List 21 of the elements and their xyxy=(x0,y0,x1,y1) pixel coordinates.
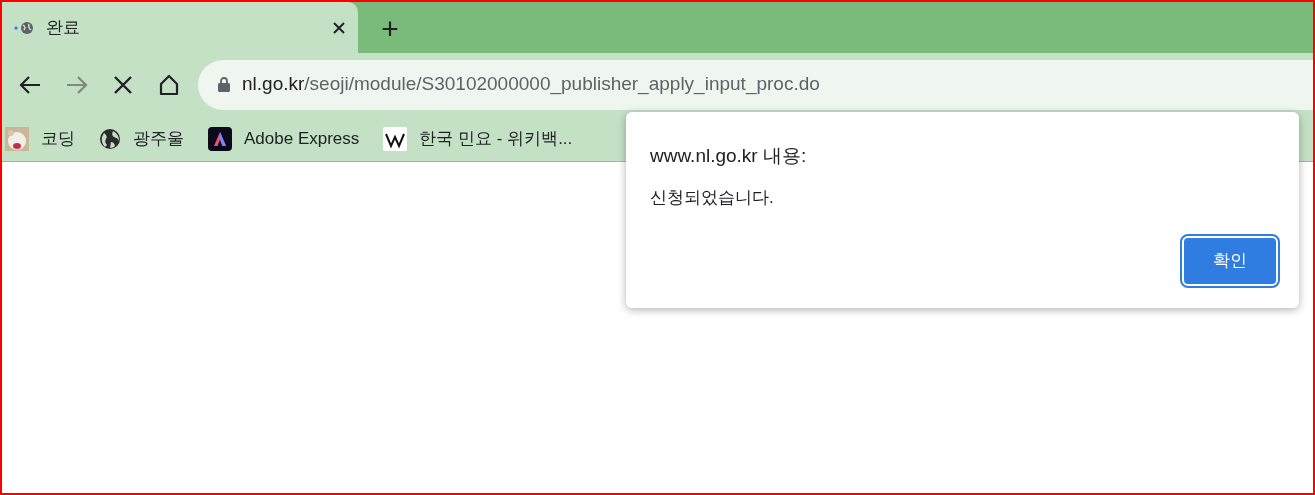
stop-icon[interactable] xyxy=(112,74,133,95)
bookmark-item[interactable]: 코딩 xyxy=(5,122,75,155)
dialog-message: 신청되었습니다. xyxy=(650,186,774,209)
lock-icon xyxy=(218,77,230,92)
new-tab-button[interactable]: + xyxy=(374,13,406,45)
wiki-icon xyxy=(383,126,408,151)
home-icon[interactable] xyxy=(157,73,180,96)
dialog-title: www.nl.go.kr 내용: xyxy=(650,144,807,168)
app-icon xyxy=(208,126,232,151)
tab-title: 완료 xyxy=(46,16,81,39)
forward-icon[interactable] xyxy=(65,74,88,95)
bookmark-item[interactable]: 한국 민요 - 위키백... xyxy=(383,122,573,155)
globe-icon xyxy=(99,127,121,150)
close-icon[interactable] xyxy=(332,20,346,35)
ok-button[interactable]: 확인 xyxy=(1182,236,1278,286)
bookmark-item[interactable]: Adobe Express xyxy=(208,122,360,155)
bookmark-item[interactable]: 광주울 xyxy=(99,122,184,155)
back-icon[interactable] xyxy=(18,74,41,95)
browser-tab[interactable]: 완료 xyxy=(2,2,358,53)
url-text: nl.go.kr/seoji/module/S30102000000_publisher_apply_input_proc.do xyxy=(242,72,820,97)
address-bar[interactable]: nl.go.kr/seoji/module/S30102000000_publisher_apply_input_proc.do xyxy=(198,59,1313,110)
